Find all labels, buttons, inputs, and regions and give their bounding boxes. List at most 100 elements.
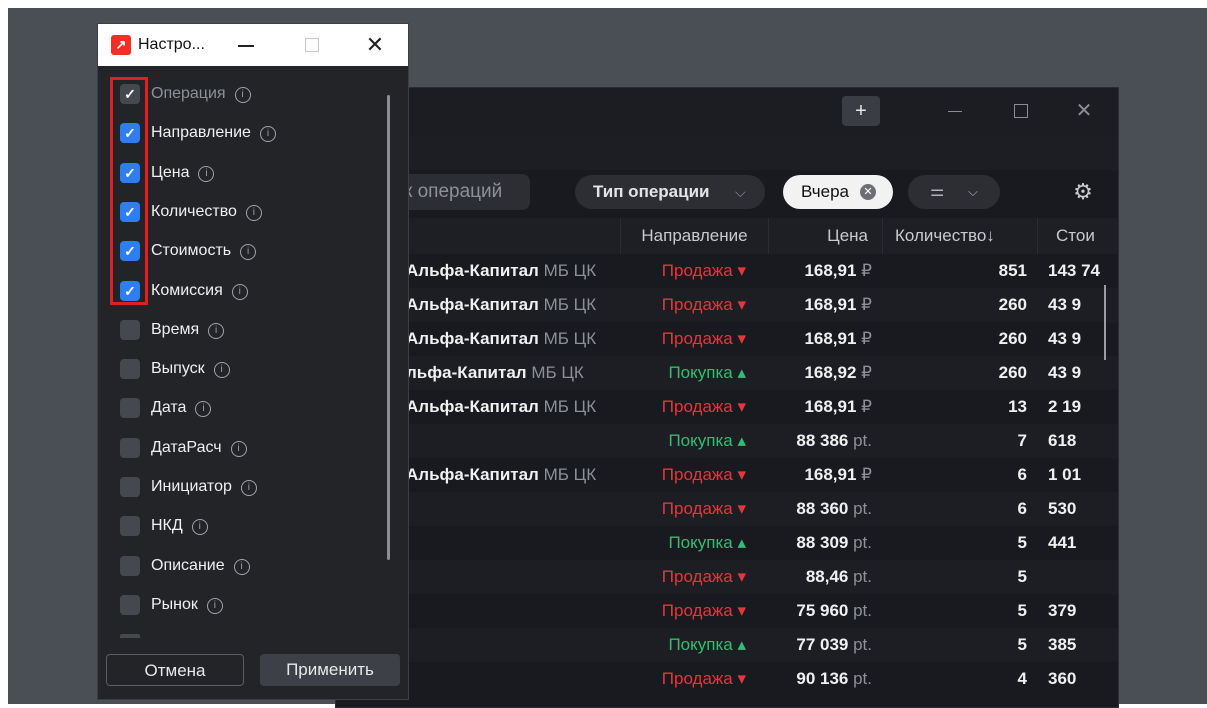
arrow-down-icon: ▾: [732, 499, 746, 518]
price-unit: ₽: [861, 261, 872, 280]
checkbox[interactable]: [120, 555, 140, 576]
column-header-price[interactable]: Цена: [768, 218, 882, 254]
maximize-button[interactable]: [305, 38, 319, 52]
quantity-cell: 260: [998, 295, 1027, 314]
price-cell: 77 039 pt.: [796, 628, 872, 662]
arrow-up-icon: ▴: [732, 431, 746, 450]
checkbox[interactable]: [120, 398, 140, 419]
price-cell: 168,91 ₽: [804, 288, 872, 322]
apply-button[interactable]: Применить: [260, 654, 400, 686]
column-header-cost[interactable]: Стои: [1037, 218, 1118, 254]
checkbox[interactable]: [120, 594, 140, 615]
direction-label: Продажа: [661, 601, 733, 620]
instrument-cell: Альфа-Капитал МБ ЦК: [406, 254, 596, 288]
info-icon[interactable]: i: [191, 519, 208, 536]
info-icon[interactable]: i: [206, 597, 223, 614]
direction-label: Продажа: [661, 567, 733, 586]
market-label: МБ ЦК: [543, 465, 597, 484]
close-dialog-button[interactable]: ✕: [362, 24, 388, 66]
close-window-button[interactable]: ✕: [1072, 96, 1096, 126]
panel-toolbar: [336, 136, 1118, 170]
table-row[interactable]: Альфа-Капитал МБ ЦК Продажа ▾ 168,91 ₽13 2 …: [336, 390, 1118, 424]
direction-cell: Продажа ▾: [662, 492, 746, 526]
new-tab-button[interactable]: +: [842, 96, 880, 126]
table-row[interactable]: Альфа-Капитал МБ ЦК Продажа ▾ 168,91 ₽260 4…: [336, 288, 1118, 322]
info-icon[interactable]: i: [233, 558, 250, 575]
arrow-down-icon: ▾: [732, 465, 746, 484]
arrow-down-icon: ▾: [732, 601, 746, 620]
table-row[interactable]: льфа-Капитал МБ ЦК Покупка ▴ 168,92 ₽260 43…: [336, 356, 1118, 390]
direction-cell: Продажа ▾: [662, 594, 746, 628]
clear-chip-icon[interactable]: ✕: [860, 184, 876, 200]
date-filter-chip[interactable]: Вчера ✕: [783, 175, 893, 209]
checkbox[interactable]: [120, 516, 140, 537]
direction-cell: Продажа ▾: [662, 322, 746, 356]
cancel-button[interactable]: Отмена: [106, 654, 244, 686]
price-unit: ₽: [861, 295, 872, 314]
direction-cell: Продажа ▾: [662, 662, 746, 696]
table-row[interactable]: Продажа ▾ 88,46 pt. 5: [336, 560, 1118, 594]
operation-type-filter[interactable]: Тип операции ⌵: [575, 175, 765, 209]
quantity-cell: 13: [1008, 397, 1027, 416]
arrow-down-icon: ▾: [732, 261, 746, 280]
table-row[interactable]: Покупка ▴ 88 309 pt. 5 441: [336, 526, 1118, 560]
filters-dropdown[interactable]: ⚌ ⌵: [908, 175, 1000, 209]
info-icon[interactable]: i: [240, 244, 257, 261]
sliders-icon: ⚌: [930, 183, 945, 200]
table-row[interactable]: Покупка ▴ 77 039 pt. 5 385: [336, 628, 1118, 662]
table-row[interactable]: Продажа ▾ 75 960 pt. 5 379: [336, 594, 1118, 628]
table-row[interactable]: Альфа-Капитал МБ ЦК Продажа ▾ 168,91 ₽851 1…: [336, 254, 1118, 288]
price-unit: pt.: [853, 601, 872, 620]
price-cell: 88,46 pt.: [806, 560, 872, 594]
cost-cell: 360: [1048, 669, 1077, 688]
operation-type-label: Тип операции: [593, 182, 710, 201]
info-icon[interactable]: i: [198, 165, 215, 182]
checkbox[interactable]: [120, 437, 140, 458]
checkbox[interactable]: [120, 359, 140, 380]
info-icon[interactable]: i: [245, 204, 262, 221]
table-row[interactable]: Продажа ▾ 90 136 pt. 4 360: [336, 662, 1118, 696]
cost-cell: 2 19: [1048, 397, 1082, 416]
info-icon[interactable]: i: [213, 362, 230, 379]
table-row[interactable]: Альфа-Капитал МБ ЦК Продажа ▾ 168,91 ₽260 4…: [336, 322, 1118, 356]
table-scrollbar[interactable]: [1104, 285, 1106, 360]
checkbox[interactable]: [120, 319, 140, 340]
maximize-button[interactable]: [1014, 104, 1028, 118]
price-unit: ₽: [861, 363, 872, 382]
column-header-quantity[interactable]: Количество↓: [882, 218, 1037, 254]
price-unit: pt.: [853, 635, 872, 654]
option-label-text: Время: [151, 320, 200, 338]
table-row[interactable]: Продажа ▾ 88 360 pt. 6 530: [336, 492, 1118, 526]
table-row[interactable]: Альфа-Капитал МБ ЦК Продажа ▾ 168,91 ₽6 1 0…: [336, 458, 1118, 492]
price-value: 77 039: [796, 635, 849, 654]
direction-cell: Покупка ▴: [668, 526, 746, 560]
info-icon[interactable]: i: [231, 283, 248, 300]
instrument-cell: Альфа-Капитал МБ ЦК: [406, 458, 596, 492]
quantity-cell: 5: [1017, 533, 1027, 552]
option-label-text: НКД: [151, 517, 183, 535]
price-cell: 168,91 ₽: [804, 254, 872, 288]
quantity-cell: 6: [1017, 499, 1027, 518]
price-unit: ₽: [861, 465, 872, 484]
gear-icon[interactable]: ⚙: [1069, 178, 1097, 206]
price-value: 88 360: [796, 499, 849, 518]
checkbox[interactable]: [120, 477, 140, 497]
table-row[interactable]: Покупка ▴ 88 386 pt. 7 618: [336, 424, 1118, 458]
direction-cell: Продажа ▾: [662, 560, 746, 594]
minimize-button[interactable]: [238, 45, 254, 47]
instrument-name: Альфа-Капитал: [406, 261, 539, 280]
info-icon[interactable]: i: [259, 126, 276, 143]
minimize-button[interactable]: [948, 111, 962, 112]
dialog-scrollbar[interactable]: [387, 95, 390, 560]
info-icon[interactable]: i: [230, 440, 247, 457]
info-icon[interactable]: i: [234, 87, 251, 103]
cost-cell: 530: [1048, 499, 1077, 518]
instrument-name: Альфа-Капитал: [406, 397, 539, 416]
info-icon[interactable]: i: [195, 401, 212, 418]
price-cell: 88 309 pt.: [796, 526, 872, 560]
info-icon[interactable]: i: [208, 322, 225, 339]
price-unit: pt.: [853, 669, 872, 688]
info-icon[interactable]: i: [240, 480, 257, 496]
column-header-direction[interactable]: Направление: [620, 218, 768, 254]
direction-cell: Продажа ▾: [662, 458, 746, 492]
